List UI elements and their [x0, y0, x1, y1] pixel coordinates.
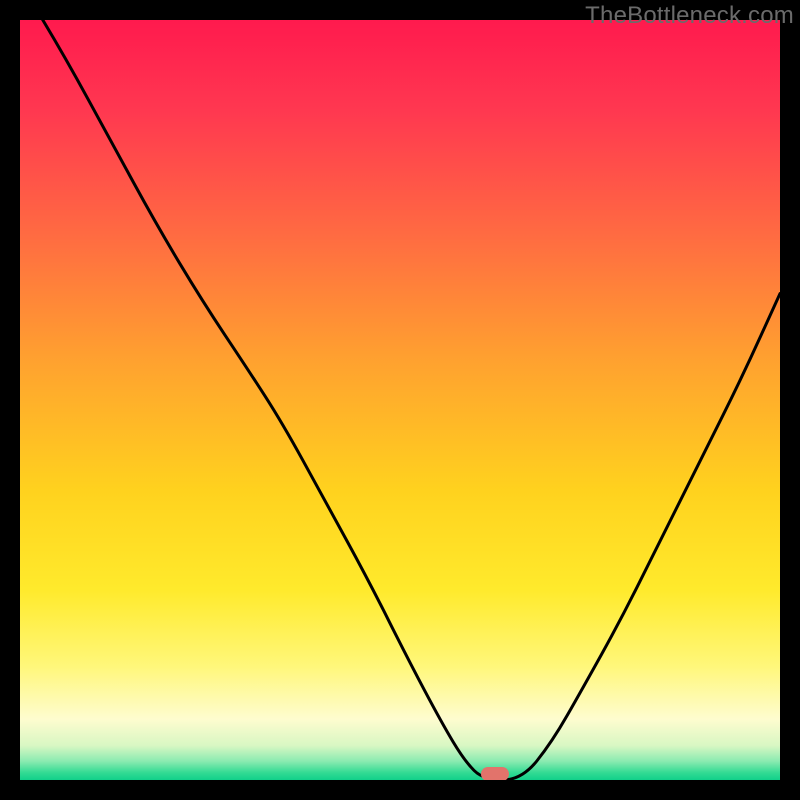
- optimal-marker: [481, 767, 509, 780]
- plot-area: [20, 20, 780, 780]
- chart-frame: TheBottleneck.com: [0, 0, 800, 800]
- watermark-text: TheBottleneck.com: [585, 2, 794, 30]
- bottleneck-curve: [20, 20, 780, 780]
